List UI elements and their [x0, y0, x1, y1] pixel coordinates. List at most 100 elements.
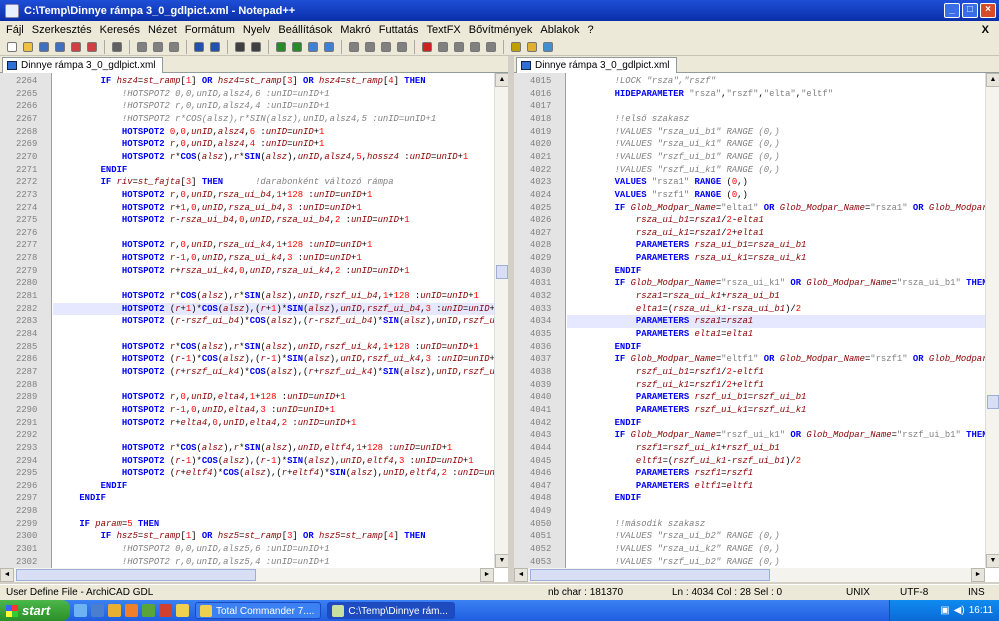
menu-item[interactable]: Fájl [2, 24, 28, 36]
code-line[interactable]: !VALUES "rszf_ui_k1" RANGE (0,) [567, 164, 985, 177]
task-notepadpp[interactable]: C:\Temp\Dinnye rám... [327, 602, 455, 619]
code-line[interactable] [567, 100, 985, 113]
code-line[interactable]: rsza_ui_k1=rsza1/2+elta1 [567, 227, 985, 240]
code-line[interactable]: HOTSPOT2 r,0,unID,rsza_ui_k4,1+128 :unID… [53, 239, 494, 252]
code-line[interactable]: !HOTSPOT2 r,0,unID,alsz5,4 :unID=unID+1 [53, 556, 494, 568]
code-line[interactable] [53, 379, 494, 392]
maximize-button[interactable]: □ [962, 3, 978, 18]
code-line[interactable]: IF riv=st_fajta[3] THEN !darabonként vál… [53, 176, 494, 189]
volume-icon[interactable]: ◀) [954, 605, 965, 616]
code-line[interactable]: ENDIF [567, 417, 985, 430]
tab-left-file[interactable]: Dinnye rámpa 3_0_gdlpict.xml [2, 57, 163, 73]
menu-item[interactable]: ? [584, 24, 598, 36]
code-line[interactable]: HOTSPOT2 r+1,0,unID,rsza_ui_b4,3 :unID=u… [53, 202, 494, 215]
app-icon[interactable] [176, 604, 189, 617]
copy-icon[interactable] [150, 40, 165, 54]
code-line[interactable]: rszf_ui_k1=rszf1/2+eltf1 [567, 379, 985, 392]
left-editor[interactable]: 2264 2265 2266 2267 2268 2269 2270 2271 2272 2273… [0, 73, 494, 568]
scroll-thumb[interactable] [16, 569, 256, 581]
network-icon[interactable]: ▣ [940, 605, 949, 616]
code-line[interactable]: IF Glob_Modpar_Name="elta1" OR Glob_Modp… [567, 202, 985, 215]
code-line[interactable]: HOTSPOT2 r-1,0,unID,rsza_ui_k4,3 :unID=u… [53, 252, 494, 265]
stop-icon[interactable] [435, 40, 450, 54]
scroll-down-icon[interactable]: ▼ [986, 554, 999, 568]
code-line[interactable]: HOTSPOT2 r,0,unID,alsz4,4 :unID=unID+1 [53, 138, 494, 151]
code-line[interactable]: ENDIF [567, 341, 985, 354]
code-line[interactable]: HOTSPOT2 0,0,unID,alsz4,6 :unID=unID+1 [53, 126, 494, 139]
indent-guide-icon[interactable] [378, 40, 393, 54]
code-area[interactable]: !LOCK "rsza","rszf" HIDEPARAMETER "rsza"… [567, 73, 985, 568]
folder-icon[interactable] [108, 604, 121, 617]
code-line[interactable]: HOTSPOT2 r*COS(alsz),r*SIN(alsz),unID,rs… [53, 341, 494, 354]
menu-item[interactable]: Futtatás [375, 24, 423, 36]
menu-item[interactable]: Makró [336, 24, 375, 36]
code-line[interactable]: HOTSPOT2 r*COS(alsz),r*SIN(alsz),unID,el… [53, 442, 494, 455]
code-line[interactable]: PARAMETERS rszf_ui_k1=rszf_ui_k1 [567, 404, 985, 417]
show-desktop-icon[interactable] [74, 604, 87, 617]
menu-item[interactable]: Beállítások [274, 24, 336, 36]
close-all-icon[interactable] [84, 40, 99, 54]
code-line[interactable]: IF param=5 THEN [53, 518, 494, 531]
scroll-left-icon[interactable]: ◄ [514, 568, 528, 582]
code-line[interactable]: IF Glob_Modpar_Name="eltf1" OR Glob_Modp… [567, 353, 985, 366]
code-line[interactable] [53, 277, 494, 290]
wrap-icon[interactable] [346, 40, 361, 54]
code-line[interactable]: !VALUES "rsza_ui_b2" RANGE (0,) [567, 530, 985, 543]
code-line[interactable]: eltf1=(rszf_ui_k1-rszf_ui_b1)/2 [567, 455, 985, 468]
start-button[interactable]: start [0, 600, 70, 621]
code-line[interactable]: PARAMETERS rsza1=rsza1 [567, 315, 985, 328]
code-line[interactable]: rsza_ui_b1=rsza1/2-elta1 [567, 214, 985, 227]
code-line[interactable]: !HOTSPOT2 r*COS(alsz),r*SIN(alsz),unID,a… [53, 113, 494, 126]
menu-item[interactable]: Keresés [96, 24, 144, 36]
zoom-in-icon[interactable] [273, 40, 288, 54]
launch-icon[interactable] [508, 40, 523, 54]
code-line[interactable]: !LOCK "rsza","rszf" [567, 75, 985, 88]
menu-item[interactable]: Ablakok [536, 24, 583, 36]
task-total-commander[interactable]: Total Commander 7.... [195, 602, 322, 619]
code-line[interactable]: HOTSPOT2 r-1,0,unID,elta4,3 :unID=unID+1 [53, 404, 494, 417]
code-line[interactable]: PARAMETERS rszf1=rszf1 [567, 467, 985, 480]
record-icon[interactable] [419, 40, 434, 54]
replace-icon[interactable] [248, 40, 263, 54]
code-line[interactable]: HOTSPOT2 r*COS(alsz),r*SIN(alsz),unID,rs… [53, 290, 494, 303]
save-all-icon[interactable] [52, 40, 67, 54]
menu-item[interactable]: Formátum [181, 24, 239, 36]
sync-h-icon[interactable] [321, 40, 336, 54]
code-line[interactable]: VALUES "rsza1" RANGE (0,) [567, 176, 985, 189]
code-line[interactable]: HOTSPOT2 (r+1)*COS(alsz),(r+1)*SIN(alsz)… [53, 302, 494, 316]
code-line[interactable]: IF hsz5=st_ramp[1] OR hsz5=st_ramp[3] OR… [53, 530, 494, 543]
code-line[interactable] [53, 328, 494, 341]
save-icon[interactable] [36, 40, 51, 54]
menu-item[interactable]: TextFX [423, 24, 465, 36]
code-line[interactable]: PARAMETERS rsza_ui_k1=rsza_ui_k1 [567, 252, 985, 265]
scroll-thumb[interactable] [987, 395, 999, 409]
code-line[interactable]: HIDEPARAMETER "rsza","rszf","elta","eltf… [567, 88, 985, 101]
scroll-up-icon[interactable]: ▲ [495, 73, 509, 87]
code-line[interactable]: !HOTSPOT2 0,0,unID,alsz4,6 :unID=unID+1 [53, 88, 494, 101]
code-line[interactable]: elta1=(rsza_ui_k1-rsza_ui_b1)/2 [567, 303, 985, 316]
scroll-thumb[interactable] [496, 265, 508, 279]
menu-item[interactable]: Szerkesztés [28, 24, 96, 36]
open-folder-icon[interactable] [524, 40, 539, 54]
code-line[interactable]: PARAMETERS rszf_ui_b1=rszf_ui_b1 [567, 391, 985, 404]
undo-icon[interactable] [191, 40, 206, 54]
menu-item[interactable]: Bővítmények [465, 24, 537, 36]
code-line[interactable]: !VALUES "rsza_ui_k1" RANGE (0,) [567, 138, 985, 151]
code-line[interactable]: IF hsz4=st_ramp[1] OR hsz4=st_ramp[3] OR… [53, 75, 494, 88]
code-line[interactable]: rsza1=rsza_ui_k1+rsza_ui_b1 [567, 290, 985, 303]
minimize-button[interactable]: _ [944, 3, 960, 18]
tab-right-file[interactable]: Dinnye rámpa 3_0_gdlpict.xml [516, 57, 677, 73]
scroll-left-icon[interactable]: ◄ [0, 568, 14, 582]
code-line[interactable]: IF Glob_Modpar_Name="rszf_ui_k1" OR Glob… [567, 429, 985, 442]
menu-item[interactable]: Nyelv [239, 24, 275, 36]
code-line[interactable] [567, 505, 985, 518]
close-icon[interactable] [68, 40, 83, 54]
doc-map-icon[interactable] [394, 40, 409, 54]
code-line[interactable]: !!első szakasz [567, 113, 985, 126]
redo-icon[interactable] [207, 40, 222, 54]
code-line[interactable]: HOTSPOT2 r*COS(alsz),r*SIN(alsz),unID,al… [53, 151, 494, 164]
code-line[interactable]: ENDIF [53, 480, 494, 493]
paste-icon[interactable] [166, 40, 181, 54]
play-multi-icon[interactable] [467, 40, 482, 54]
scroll-right-icon[interactable]: ► [971, 568, 985, 582]
